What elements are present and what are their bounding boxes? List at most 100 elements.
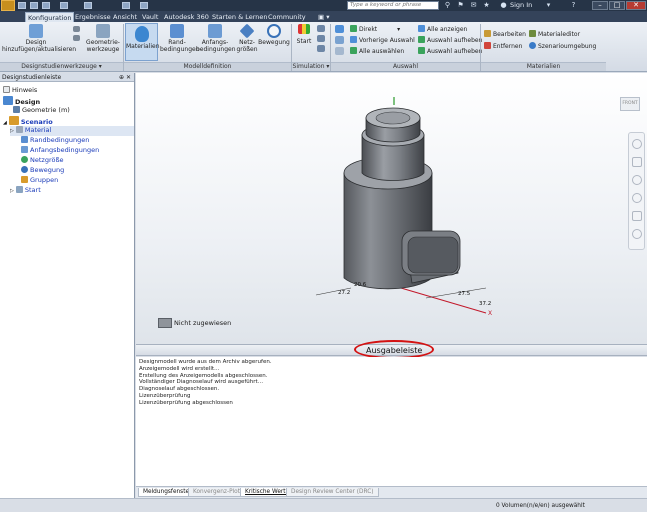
legend-label: Nicht zugewiesen <box>174 319 232 327</box>
mesh-sizes-button[interactable]: Netz- größen <box>236 23 258 53</box>
expand-icon[interactable]: ◢ <box>3 120 7 126</box>
fit-icon[interactable] <box>632 229 642 239</box>
note-icon <box>3 86 10 93</box>
pan-icon[interactable] <box>632 157 642 167</box>
binoculars-icon[interactable]: ⚲ <box>444 2 451 9</box>
tree-label: Material <box>24 126 52 134</box>
list-icon <box>317 25 325 32</box>
mesh-icon <box>239 23 255 39</box>
direct-select[interactable]: Direkt ▾ <box>350 25 400 34</box>
search-input[interactable]: Type a keyword or phrase <box>347 1 439 10</box>
tree-label: Geometrie (m) <box>22 106 70 114</box>
arrow-in-icon <box>29 24 43 38</box>
tab-design-review-center[interactable]: Design Review Center (DRC) <box>286 488 379 497</box>
initial-label: Anfangs- bedingungen <box>196 39 236 53</box>
add-design-label: Design hinzufügen/aktualisieren <box>2 39 77 53</box>
log-line: Vollständiger Diagnoselauf wird ausgefüh… <box>139 379 264 386</box>
small-tool-icon[interactable] <box>72 26 80 42</box>
sign-in-button[interactable]: Sign In <box>510 1 532 10</box>
tab-vault[interactable]: Vault <box>140 12 160 22</box>
deselect-button-1[interactable]: Auswahl aufheben <box>418 36 482 45</box>
tree-item-hinweis[interactable]: Hinweis <box>3 86 37 95</box>
tab-community[interactable]: Community <box>266 12 308 22</box>
initial-conditions-button[interactable]: Anfangs- bedingungen <box>196 24 236 53</box>
previous-selection-button[interactable]: Vorherige Auswahl <box>350 36 415 45</box>
favorites-icon[interactable]: ★ <box>483 2 490 9</box>
tree-item-geometry[interactable]: Geometrie (m) <box>13 106 70 115</box>
simulation-options-icon[interactable] <box>316 25 326 53</box>
add-design-button[interactable]: Design hinzufügen/aktualisieren <box>2 24 77 53</box>
app-menu-icon[interactable] <box>1 0 15 11</box>
deselect-icon <box>418 47 425 54</box>
tree-item-motion[interactable]: Bewegung <box>21 166 64 175</box>
close-button[interactable]: ✕ <box>626 1 646 10</box>
scenario-env-label: Szenarioumgebung <box>538 43 597 50</box>
tab-konfiguration[interactable]: Konfiguration <box>25 12 75 22</box>
screen-icon[interactable] <box>140 2 148 9</box>
view-options-icon[interactable] <box>333 25 345 56</box>
expand-icon[interactable]: ▷ <box>10 128 14 134</box>
deselect-button-2[interactable]: Auswahl aufheben <box>418 47 482 56</box>
expand-icon[interactable]: ▷ <box>10 188 14 194</box>
scenario-env-button[interactable]: Szenarioumgebung <box>529 42 596 51</box>
geometry-tools-button[interactable]: Geometrie- werkzeuge <box>84 24 122 53</box>
geometry-icon <box>13 106 20 113</box>
group-simulation[interactable]: Simulation ▾ <box>292 62 330 71</box>
maximize-button[interactable]: □ <box>609 1 625 10</box>
communication-icon[interactable]: ✉ <box>470 2 477 9</box>
remove-button[interactable]: Entfernen <box>484 42 522 51</box>
tab-ansicht[interactable]: Ansicht <box>111 12 139 22</box>
materials-button[interactable]: Materialien <box>125 23 160 61</box>
steering-wheel-icon[interactable] <box>632 139 642 149</box>
edit-button[interactable]: Bearbeiten <box>484 30 526 39</box>
boundary-conditions-button[interactable]: Rand- bedingungen <box>160 24 200 53</box>
tree-item-initial[interactable]: Anfangsbedingungen <box>21 146 99 155</box>
select-alt-icon <box>334 36 344 44</box>
navigation-bar <box>628 132 645 250</box>
open-icon[interactable] <box>30 2 38 9</box>
motion-button[interactable]: Bewegung <box>258 24 290 46</box>
ribbon-options-icon[interactable]: ▣ ▾ <box>316 12 331 22</box>
undo-icon[interactable] <box>60 2 68 9</box>
show-all-button[interactable]: Alle anzeigen <box>418 25 467 34</box>
subscription-icon[interactable]: ⚑ <box>457 2 464 9</box>
mesh-label: Netz- größen <box>236 39 258 53</box>
tab-autodesk-360[interactable]: Autodesk 360 <box>162 12 211 22</box>
save-icon[interactable] <box>42 2 50 9</box>
tree-label: Design <box>15 98 41 106</box>
group-design-tools[interactable]: Designstudienwerkzeuge ▾ <box>0 62 123 71</box>
tree-item-material[interactable]: ▷ Material <box>10 126 134 136</box>
select-all-button[interactable]: Alle auswählen <box>350 47 404 56</box>
print-icon[interactable] <box>122 2 130 9</box>
start-button[interactable]: Start <box>294 24 314 45</box>
viewcube[interactable]: FRONT <box>620 97 640 111</box>
tree-item-groups[interactable]: Gruppen <box>21 176 58 185</box>
tree-item-mesh[interactable]: Netzgröße <box>21 156 64 165</box>
zoom-icon[interactable] <box>632 175 642 185</box>
material-editor-icon <box>529 30 536 37</box>
select-all-label: Alle auswählen <box>359 48 405 55</box>
tab-convergence-plot[interactable]: Konvergenz-Plot <box>188 488 245 497</box>
3d-viewport[interactable]: 20.6 27.2 27.5 37.2 X <box>136 73 647 344</box>
tree-item-boundary[interactable]: Randbedingungen <box>21 136 89 145</box>
orbit-icon[interactable] <box>632 193 642 203</box>
new-icon[interactable] <box>18 2 26 9</box>
minimize-button[interactable]: – <box>592 1 608 10</box>
part-model[interactable] <box>343 107 461 290</box>
look-at-icon[interactable] <box>632 211 642 221</box>
ribbon-tabbar: Konfiguration Ergebnisse Ansicht Vault A… <box>0 11 647 22</box>
tree-item-start[interactable]: ▷ Start <box>10 186 41 196</box>
tab-starten-lernen[interactable]: Starten & Lernen <box>210 12 270 22</box>
material-editor-button[interactable]: Materialeditor <box>529 30 580 39</box>
tree-label: Gruppen <box>30 176 59 184</box>
pin-close-icon[interactable]: ⊕ ✕ <box>119 73 131 82</box>
help-icon[interactable]: ? <box>570 2 577 9</box>
tab-ergebnisse[interactable]: Ergebnisse <box>73 12 113 22</box>
mesh-icon <box>21 156 28 163</box>
dropdown-arrow-icon[interactable]: ▾ <box>545 2 552 9</box>
legend-swatch <box>158 318 172 328</box>
select-all-icon <box>350 47 357 54</box>
materials-droplet-icon <box>134 26 149 42</box>
direct-label: Direkt <box>359 26 378 33</box>
redo-icon[interactable] <box>84 2 92 9</box>
